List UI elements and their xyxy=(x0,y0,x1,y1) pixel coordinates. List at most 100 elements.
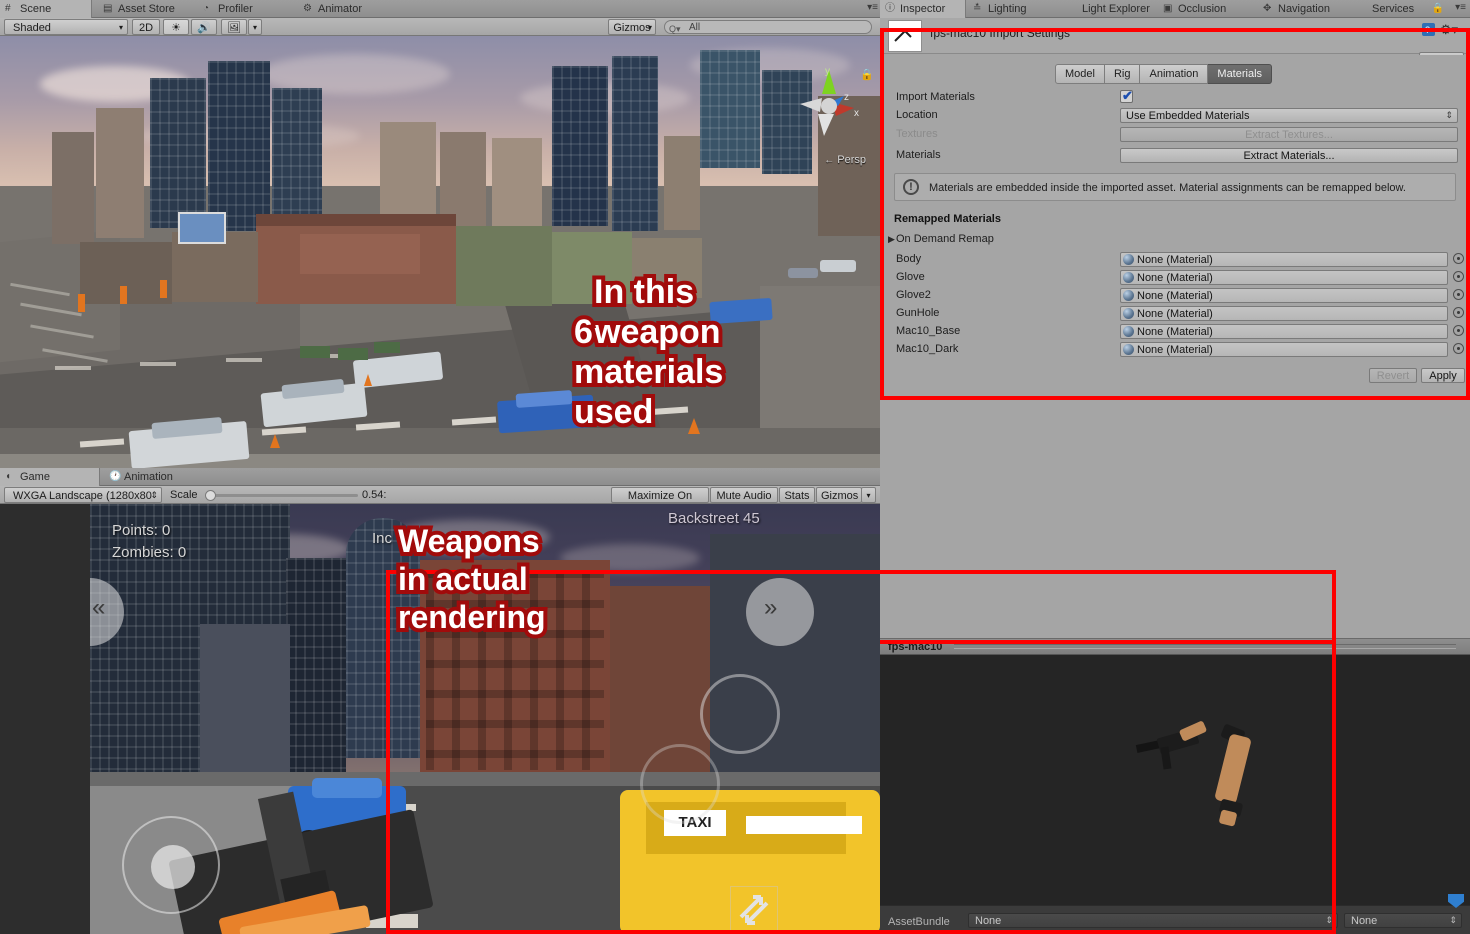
hud-right-button[interactable]: » xyxy=(746,578,814,646)
scene-search-input[interactable]: Q▾ All xyxy=(664,20,872,34)
image-icon: 🖼 xyxy=(227,22,241,34)
switch-weapon-icon[interactable] xyxy=(730,886,778,934)
material-picker-button[interactable] xyxy=(1452,288,1465,302)
inspector-tabbar: ⓘ Inspector ≛ Lighting Light Explorer ▣ … xyxy=(880,0,1470,18)
hud-joystick[interactable] xyxy=(122,816,220,914)
material-object-field[interactable]: None (Material) xyxy=(1120,324,1448,339)
unity-editor-window: # Scene ▤ Asset Store ◔ Profiler ⚙ Anima… xyxy=(0,0,1470,934)
tab-asset-store[interactable]: ▤ Asset Store xyxy=(98,0,185,18)
asset-thumbnail xyxy=(888,20,922,52)
tab-scene[interactable]: # Scene xyxy=(0,0,92,18)
scene-view-panel: # Scene ▤ Asset Store ◔ Profiler ⚙ Anima… xyxy=(0,0,880,468)
material-object-field[interactable]: None (Material) xyxy=(1120,288,1448,303)
tab-game[interactable]: ◖ Game xyxy=(0,468,100,486)
game-gizmos-dropdown[interactable]: ▾ xyxy=(861,487,876,503)
two-d-label: 2D xyxy=(138,22,154,34)
search-value: All xyxy=(689,22,701,33)
material-picker-button[interactable] xyxy=(1452,252,1465,266)
material-object-field[interactable]: None (Material) xyxy=(1120,252,1448,267)
tab-rig[interactable]: Rig xyxy=(1104,64,1141,84)
menu-icon[interactable]: ▾≡ xyxy=(1455,2,1466,13)
scale-slider-handle[interactable] xyxy=(205,490,216,501)
material-sphere-icon xyxy=(1123,308,1134,319)
helpbox-text: Materials are embedded inside the import… xyxy=(929,182,1406,194)
asset-footer: AssetBundle None ⇕ None ⇕ xyxy=(880,894,1470,934)
material-picker-button[interactable] xyxy=(1452,306,1465,320)
on-demand-remap-label[interactable]: On Demand Remap xyxy=(896,233,994,245)
collab-badge-icon[interactable] xyxy=(1448,894,1464,908)
material-value: None (Material) xyxy=(1137,290,1213,302)
tab-light-explorer[interactable]: Light Explorer xyxy=(1062,0,1160,18)
scene-fx-toggle[interactable]: 🖼 xyxy=(221,19,247,35)
chevron-down-icon: ▾ xyxy=(118,23,123,32)
scene-icon: # xyxy=(5,3,11,14)
material-row: Glove None (Material) xyxy=(880,269,1470,287)
extract-textures-button[interactable]: Extract Textures... xyxy=(1120,127,1458,142)
material-object-field[interactable]: None (Material) xyxy=(1120,306,1448,321)
import-materials-checkbox[interactable]: ✔ xyxy=(1120,88,1133,103)
assetbundle-variant-dropdown[interactable]: None ⇕ xyxy=(1344,913,1462,928)
scene-tabbar: # Scene ▤ Asset Store ◔ Profiler ⚙ Anima… xyxy=(0,0,880,18)
gizmos-dropdown[interactable]: Gizmos ▾ xyxy=(608,19,656,35)
inspector-icon: ⓘ xyxy=(885,3,895,14)
tab-navigation[interactable]: ✥ Navigation xyxy=(1258,0,1340,18)
preview-viewport[interactable] xyxy=(880,655,1470,905)
material-row: Glove2 None (Material) xyxy=(880,287,1470,305)
aspect-ratio-dropdown[interactable]: WXGA Landscape (1280x80 ⇕ xyxy=(4,487,162,503)
tab-inspector[interactable]: ⓘ Inspector xyxy=(880,0,966,18)
game-gizmos-button[interactable]: Gizmos xyxy=(816,487,862,503)
material-object-field[interactable]: None (Material) xyxy=(1120,270,1448,285)
tab-animation[interactable]: Animation xyxy=(1140,64,1209,84)
material-picker-button[interactable] xyxy=(1452,270,1465,284)
tab-lighting[interactable]: ≛ Lighting xyxy=(968,0,1037,18)
speaker-icon: 🔊 xyxy=(197,22,211,34)
maximize-on-play-button[interactable]: Maximize On Play xyxy=(611,487,709,518)
scene-panel-menu-icon[interactable]: ▾≡ xyxy=(867,2,878,13)
scene-projection-label[interactable]: ← Persp xyxy=(824,154,866,166)
assetbundle-dropdown[interactable]: None ⇕ xyxy=(968,913,1338,928)
location-dropdown[interactable]: Use Embedded Materials ⇕ xyxy=(1120,108,1458,123)
scale-slider-track[interactable] xyxy=(208,494,358,497)
tab-animator[interactable]: ⚙ Animator xyxy=(298,0,372,18)
chevron-right-icon[interactable]: ▶ xyxy=(888,234,895,245)
tab-profiler[interactable]: ◔ Profiler xyxy=(198,0,263,18)
tab-occlusion[interactable]: ▣ Occlusion xyxy=(1158,0,1236,18)
scene-viewport[interactable]: 🔒 y x z ← Persp xyxy=(0,36,880,468)
import-settings-tabs: Model Rig Animation Materials xyxy=(1055,64,1273,84)
scale-label: Scale xyxy=(170,489,198,501)
gear-icon[interactable]: ⚙▾ xyxy=(1440,22,1458,38)
tab-services[interactable]: Services xyxy=(1352,0,1424,18)
scene-view-gizmo[interactable]: y x z xyxy=(794,64,864,144)
preview-header[interactable]: fps-mac10 xyxy=(880,638,1470,655)
apply-button[interactable]: Apply xyxy=(1421,368,1465,383)
lock-icon[interactable]: 🔒 xyxy=(1432,3,1444,14)
warning-icon: ! xyxy=(903,179,919,195)
help-icon[interactable]: ? xyxy=(1421,22,1436,40)
check-icon: ✔ xyxy=(1122,88,1133,103)
scene-lighting-toggle[interactable]: ☀ xyxy=(163,19,189,35)
stats-button[interactable]: Stats xyxy=(779,487,815,503)
material-object-field[interactable]: None (Material) xyxy=(1120,342,1448,357)
scene-audio-toggle[interactable]: 🔊 xyxy=(191,19,217,35)
draw-mode-label: Shaded xyxy=(13,22,51,34)
location-value: Use Embedded Materials xyxy=(1126,110,1250,122)
mute-audio-button[interactable]: Mute Audio xyxy=(710,487,778,503)
scene-fx-dropdown[interactable]: ▾ xyxy=(248,19,262,35)
tab-model[interactable]: Model xyxy=(1055,64,1105,84)
draw-mode-dropdown[interactable]: Shaded ▾ xyxy=(4,19,128,35)
aspect-label: WXGA Landscape (1280x80 xyxy=(13,490,152,502)
chevron-down-icon: ▾ xyxy=(647,23,652,32)
material-value: None (Material) xyxy=(1137,344,1213,356)
extract-materials-button[interactable]: Extract Materials... xyxy=(1120,148,1458,163)
revert-button[interactable]: Revert xyxy=(1369,368,1417,383)
material-picker-button[interactable] xyxy=(1452,342,1465,356)
hud-joystick-knob[interactable] xyxy=(151,845,195,889)
reload-icon[interactable] xyxy=(700,674,780,754)
material-picker-button[interactable] xyxy=(1452,324,1465,338)
row-import-materials: Import Materials ✔ xyxy=(880,88,1470,107)
tab-materials[interactable]: Materials xyxy=(1208,64,1273,84)
toggle-2d-button[interactable]: 2D xyxy=(132,19,160,35)
occlusion-icon: ▣ xyxy=(1163,3,1173,14)
tab-animation[interactable]: 🕐 Animation xyxy=(104,468,183,486)
material-sphere-icon xyxy=(1123,344,1134,355)
